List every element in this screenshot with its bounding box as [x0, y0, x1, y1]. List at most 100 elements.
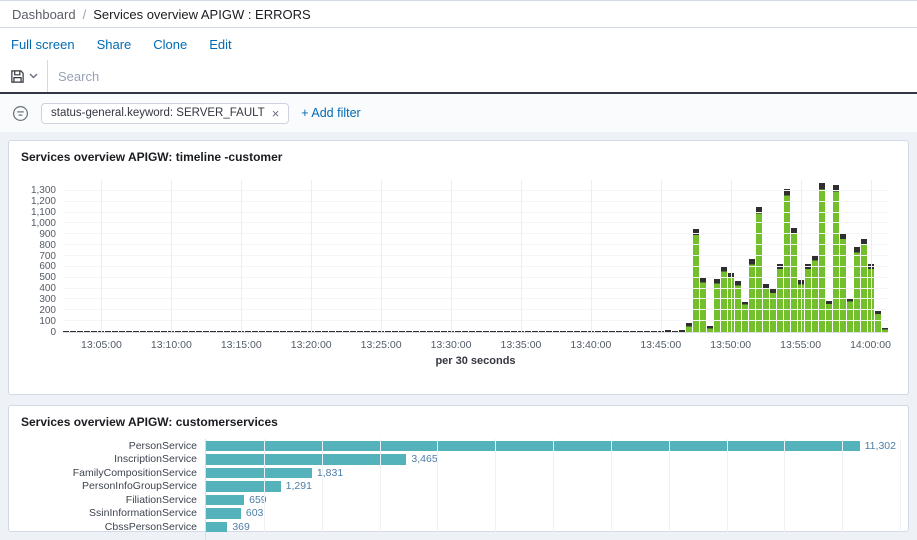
timeline-bar[interactable] [763, 284, 769, 332]
timeline-bar[interactable] [504, 331, 510, 332]
timeline-bar[interactable] [546, 331, 552, 332]
timeline-bar[interactable] [434, 331, 440, 332]
service-bar[interactable] [206, 508, 241, 519]
timeline-bar[interactable] [441, 331, 447, 332]
timeline-bar[interactable] [217, 331, 223, 332]
timeline-bar[interactable] [343, 331, 349, 332]
timeline-bar[interactable] [427, 331, 433, 332]
timeline-bar[interactable] [357, 331, 363, 332]
timeline-bar[interactable] [665, 330, 671, 332]
timeline-bar[interactable] [147, 331, 153, 332]
timeline-bar[interactable] [84, 331, 90, 332]
timeline-bar[interactable] [476, 331, 482, 332]
timeline-bar[interactable] [469, 331, 475, 332]
service-bar[interactable] [206, 495, 244, 506]
timeline-bar[interactable] [511, 331, 517, 332]
timeline-bar[interactable] [707, 326, 713, 333]
saved-query-button[interactable] [0, 60, 48, 92]
timeline-bar[interactable] [161, 331, 167, 332]
timeline-bar[interactable] [413, 331, 419, 332]
edit-button[interactable]: Edit [209, 37, 231, 52]
timeline-bar[interactable] [455, 331, 461, 332]
timeline-bar[interactable] [567, 331, 573, 332]
timeline-bar[interactable] [826, 301, 832, 332]
service-bar[interactable] [206, 481, 281, 492]
timeline-bar[interactable] [182, 331, 188, 332]
timeline-bar[interactable] [91, 331, 97, 332]
timeline-bar[interactable] [483, 331, 489, 332]
timeline-bar[interactable] [175, 331, 181, 332]
timeline-bar[interactable] [231, 331, 237, 332]
timeline-bar[interactable] [105, 331, 111, 332]
breadcrumb-dashboard-link[interactable]: Dashboard [12, 7, 76, 22]
timeline-bar[interactable] [861, 239, 867, 332]
filter-options-button[interactable] [12, 105, 29, 122]
timeline-bar[interactable] [154, 331, 160, 332]
timeline-bar[interactable] [140, 331, 146, 332]
timeline-bar[interactable] [560, 331, 566, 332]
timeline-bar[interactable] [686, 323, 692, 332]
timeline-bar[interactable] [245, 331, 251, 332]
timeline-bar[interactable] [497, 331, 503, 332]
timeline-bar[interactable] [784, 189, 790, 332]
timeline-bar[interactable] [385, 331, 391, 332]
timeline-bar[interactable] [420, 331, 426, 332]
timeline-bar[interactable] [609, 331, 615, 332]
timeline-bar[interactable] [350, 331, 356, 332]
timeline-bar[interactable] [266, 331, 272, 332]
timeline-bar[interactable] [539, 331, 545, 332]
timeline-bar[interactable] [371, 331, 377, 332]
timeline-bar[interactable] [133, 331, 139, 332]
timeline-bar[interactable] [574, 331, 580, 332]
timeline-bar[interactable] [399, 331, 405, 332]
timeline-bar[interactable] [273, 331, 279, 332]
timeline-bar[interactable] [616, 331, 622, 332]
timeline-bar[interactable] [581, 331, 587, 332]
timeline-bar[interactable] [224, 331, 230, 332]
timeline-bar[interactable] [525, 331, 531, 332]
service-bar[interactable] [206, 522, 227, 533]
timeline-bar[interactable] [392, 331, 398, 332]
timeline-bar[interactable] [532, 331, 538, 332]
timeline-bar[interactable] [490, 331, 496, 332]
timeline-bar[interactable] [672, 331, 678, 332]
timeline-bar[interactable] [553, 331, 559, 332]
timeline-bar[interactable] [651, 331, 657, 332]
timeline-bar[interactable] [203, 331, 209, 332]
timeline-bar[interactable] [259, 331, 265, 332]
timeline-bar[interactable] [63, 331, 69, 332]
timeline-bar[interactable] [112, 331, 118, 332]
timeline-bar[interactable] [462, 331, 468, 332]
timeline-bar[interactable] [595, 331, 601, 332]
timeline-bar[interactable] [119, 331, 125, 332]
timeline-bar[interactable] [406, 331, 412, 332]
service-bar[interactable] [206, 454, 406, 465]
filter-pill[interactable]: status-general.keyword: SERVER_FAULT × [41, 103, 289, 124]
service-bar[interactable] [206, 441, 860, 452]
timeline-bar[interactable] [70, 331, 76, 332]
search-input[interactable] [48, 60, 917, 92]
timeline-bar[interactable] [637, 331, 643, 332]
timeline-bar[interactable] [336, 331, 342, 332]
timeline-bar[interactable] [77, 331, 83, 332]
timeline-bar[interactable] [882, 328, 888, 332]
timeline-bar[interactable] [623, 331, 629, 332]
timeline-bar[interactable] [679, 330, 685, 332]
timeline-bar[interactable] [329, 331, 335, 332]
timeline-bar[interactable] [210, 331, 216, 332]
clone-button[interactable]: Clone [153, 37, 187, 52]
timeline-bar[interactable] [252, 331, 258, 332]
timeline-bar[interactable] [602, 331, 608, 332]
timeline-bar[interactable] [364, 331, 370, 332]
timeline-bar[interactable] [322, 331, 328, 332]
timeline-bar[interactable] [756, 207, 762, 332]
timeline-bar[interactable] [700, 278, 706, 332]
timeline-bar[interactable] [189, 331, 195, 332]
timeline-bar[interactable] [742, 302, 748, 332]
timeline-bar[interactable] [280, 331, 286, 332]
timeline-bar[interactable] [847, 298, 853, 332]
timeline-bar[interactable] [301, 331, 307, 332]
timeline-bar[interactable] [315, 331, 321, 332]
timeline-bar[interactable] [196, 331, 202, 332]
remove-filter-icon[interactable]: × [272, 107, 280, 120]
